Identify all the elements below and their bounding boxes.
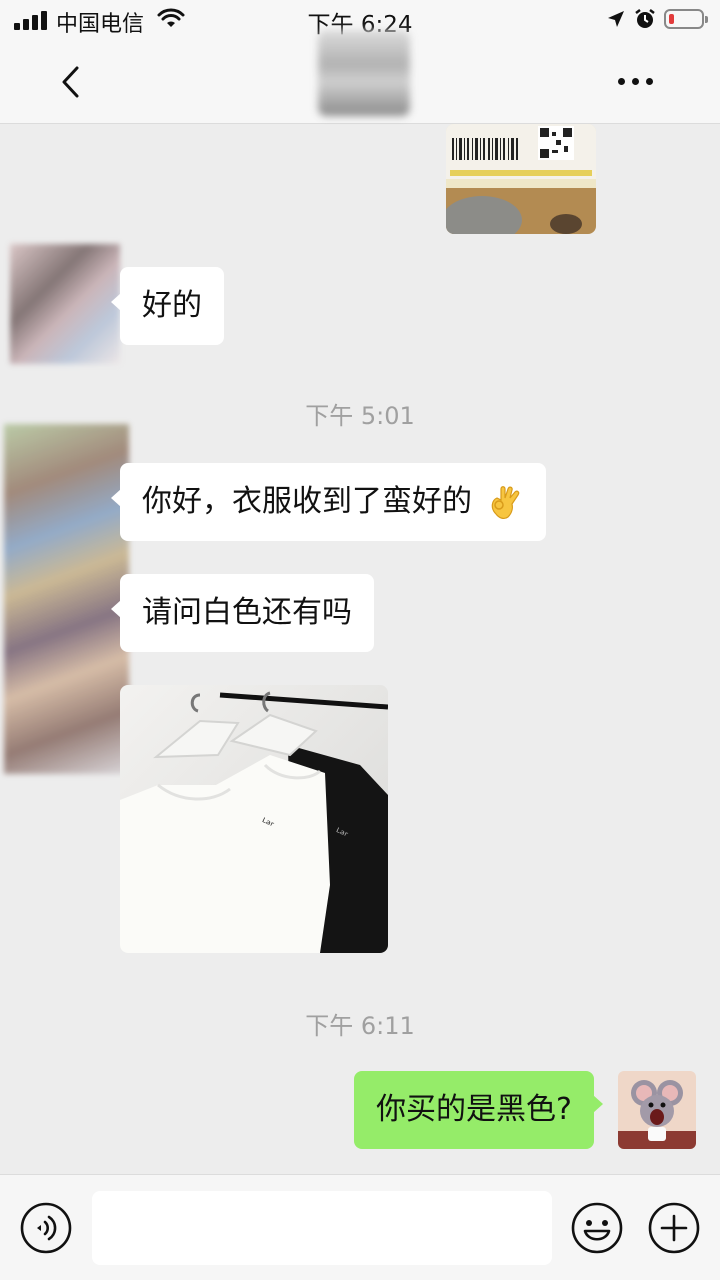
incoming-message[interactable]: 请问白色还有吗	[111, 574, 374, 652]
message-text: 请问白色还有吗	[142, 595, 352, 630]
incoming-message[interactable]: 你好，衣服收到了蛮好的	[111, 463, 546, 541]
plus-icon[interactable]	[648, 1202, 700, 1254]
ok-hand-emoji-icon	[491, 485, 519, 519]
outgoing-message[interactable]: 你买的是黑色?	[354, 1071, 603, 1149]
incoming-message[interactable]: 好的	[111, 267, 224, 345]
message-text: 好的	[142, 288, 202, 323]
more-dots-icon[interactable]	[614, 66, 658, 96]
message-text: 你买的是黑色?	[376, 1092, 572, 1127]
chat-area[interactable]: 好的 下午 5:01 你好，衣服收到了蛮好的 请问白色还有吗 ᴸᵃʳ ᴸᵃʳ 下…	[0, 124, 720, 1174]
alarm-icon	[635, 9, 655, 28]
contact-avatar[interactable]	[10, 244, 120, 364]
chevron-left-icon[interactable]	[52, 62, 92, 102]
contact-avatar[interactable]	[4, 424, 129, 774]
location-icon	[608, 11, 624, 27]
chat-title-redacted	[318, 30, 410, 116]
my-avatar[interactable]	[618, 1071, 696, 1149]
emoji-icon[interactable]	[571, 1202, 623, 1254]
shared-photo-label[interactable]	[446, 124, 596, 234]
voice-icon[interactable]	[20, 1202, 72, 1254]
nav-bar	[0, 30, 720, 124]
battery-icon	[664, 9, 708, 29]
input-bar	[0, 1174, 720, 1280]
shared-photo-sweaters[interactable]: ᴸᵃʳ ᴸᵃʳ	[120, 685, 388, 953]
message-input[interactable]	[92, 1191, 552, 1265]
message-text: 你好，衣服收到了蛮好的	[142, 484, 472, 519]
timestamp: 下午 6:11	[305, 1012, 415, 1040]
